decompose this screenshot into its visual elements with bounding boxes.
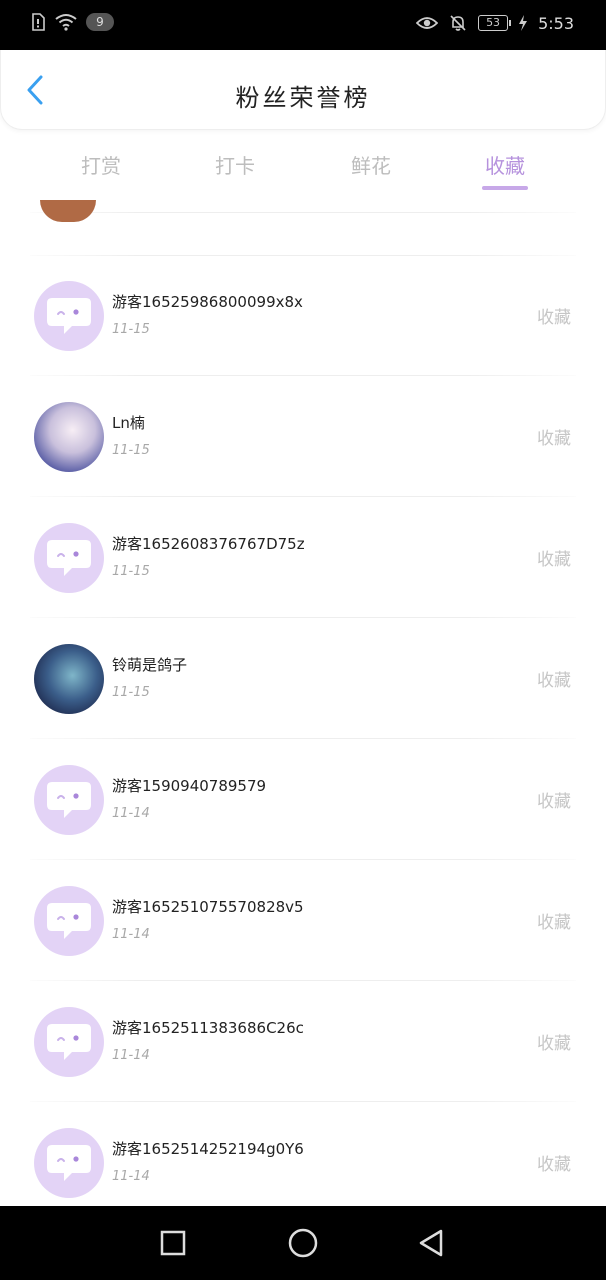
user-name: Ln楠	[112, 414, 145, 432]
user-date: 11-14	[112, 1169, 150, 1184]
chat-bubble-icon	[47, 781, 91, 818]
user-name: 游客16525986800099x8x	[112, 293, 303, 311]
charging-icon	[519, 15, 528, 31]
tab-bar: 打赏 打卡 鲜花 收藏	[0, 138, 606, 198]
app-header: 粉丝荣誉榜	[0, 50, 606, 130]
tab-checkin[interactable]: 打卡	[190, 150, 280, 179]
active-tab-indicator	[482, 186, 528, 190]
user-name: 游客1652608376767D75z	[112, 535, 305, 553]
user-date: 11-14	[112, 806, 150, 821]
divider	[30, 212, 576, 213]
action-label: 收藏	[537, 429, 571, 449]
eye-icon	[416, 17, 439, 29]
home-button[interactable]	[285, 1226, 321, 1260]
action-label: 收藏	[537, 913, 571, 933]
recent-apps-button[interactable]	[155, 1226, 191, 1260]
user-date: 11-14	[112, 1048, 150, 1063]
action-label: 收藏	[537, 671, 571, 691]
tab-favorites[interactable]: 收藏	[460, 150, 550, 179]
user-date: 11-15	[112, 564, 150, 579]
user-date: 11-15	[112, 322, 150, 337]
action-label: 收藏	[537, 308, 571, 328]
list-item[interactable]: 铃萌是鸽子 11-15 收藏	[0, 618, 606, 739]
action-label: 收藏	[537, 550, 571, 570]
list-item[interactable]: 游客15909407895​79 11-14 收藏	[0, 739, 606, 860]
status-right: 53 5:53	[416, 13, 574, 33]
list-item[interactable]: 游客1652514252194g0Y6 11-14 收藏	[0, 1102, 606, 1206]
chat-bubble-icon	[47, 1023, 91, 1060]
recent-apps-icon	[160, 1230, 186, 1256]
avatar[interactable]	[34, 885, 104, 956]
user-name: 铃萌是鸽子	[112, 656, 188, 674]
user-name: 游客15909407895​79	[112, 777, 267, 795]
user-date: 11-15	[112, 443, 150, 458]
notification-badge: 9	[86, 13, 114, 31]
page-title: 粉丝荣誉榜	[235, 84, 371, 112]
avatar[interactable]	[34, 522, 104, 593]
system-nav-bar	[0, 1206, 606, 1280]
avatar[interactable]	[34, 643, 104, 714]
clock: 5:53	[538, 13, 574, 33]
user-date: 11-15	[112, 685, 150, 700]
home-icon	[288, 1228, 318, 1258]
avatar[interactable]	[34, 764, 104, 835]
wifi-icon	[55, 14, 77, 31]
user-name: 游客1652514252194g0Y6	[112, 1140, 304, 1158]
sim-icon	[32, 13, 45, 31]
list-item[interactable]: 游客1652608376767D75z 11-15 收藏	[0, 497, 606, 618]
fan-list[interactable]: 游客16525986800099x8x 11-15 收藏 Ln楠 11-15 收藏 游客16…	[0, 200, 606, 1206]
tab-flowers[interactable]: 鲜花	[326, 150, 416, 179]
bell-off-icon	[450, 15, 466, 31]
list-item[interactable]: 游客165251075570828v5 11-14 收藏	[0, 860, 606, 981]
user-date: 11-14	[112, 927, 150, 942]
avatar[interactable]	[34, 401, 104, 472]
list-item[interactable]: 游客1652511383686C26c 11-14 收藏	[0, 981, 606, 1102]
status-bar: 9 53 5:53	[0, 0, 606, 50]
chat-bubble-icon	[47, 1144, 91, 1181]
back-icon	[419, 1229, 443, 1257]
action-label: 收藏	[537, 1155, 571, 1175]
user-name: 游客165251075570828v5	[112, 898, 304, 916]
chat-bubble-icon	[47, 902, 91, 939]
avatar[interactable]	[34, 1127, 104, 1198]
list-item[interactable]: Ln楠 11-15 收藏	[0, 376, 606, 497]
chat-bubble-icon	[47, 539, 91, 576]
avatar[interactable]	[34, 1006, 104, 1077]
tab-reward[interactable]: 打赏	[56, 150, 146, 179]
chat-bubble-icon	[47, 297, 91, 334]
back-nav-button[interactable]	[413, 1226, 449, 1260]
action-label: 收藏	[537, 792, 571, 812]
action-label: 收藏	[537, 1034, 571, 1054]
user-name: 游客1652511383686C26c	[112, 1019, 304, 1037]
status-left: 9	[30, 13, 114, 31]
list-item[interactable]: 游客16525986800099x8x 11-15 收藏	[0, 255, 606, 376]
battery-indicator: 53	[478, 15, 512, 31]
avatar[interactable]	[34, 280, 104, 351]
